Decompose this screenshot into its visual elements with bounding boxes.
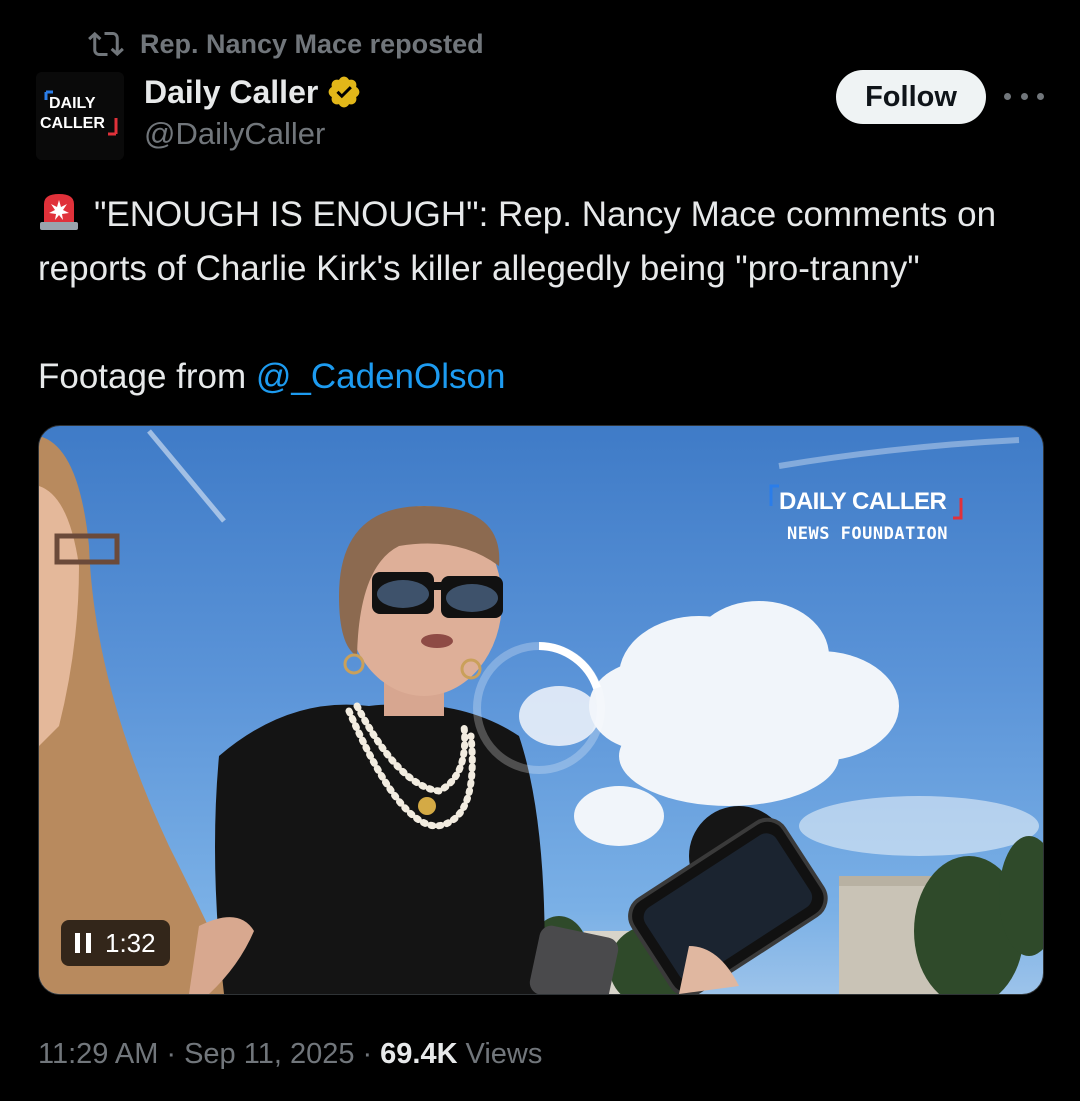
author-name-row[interactable]: Daily Caller <box>144 72 362 112</box>
repost-icon <box>88 31 124 57</box>
video-duration: 1:32 <box>105 927 156 958</box>
tweet-date[interactable]: Sep 11, 2025 <box>184 1038 354 1071</box>
watermark-line-1: DAILY CALLER <box>769 484 973 520</box>
tweet-time[interactable]: 11:29 AM <box>38 1038 158 1071</box>
views-count[interactable]: 69.4K <box>380 1038 457 1071</box>
pause-icon[interactable] <box>75 933 91 953</box>
footage-prefix: Footage from <box>38 357 256 396</box>
meta-separator-1: · <box>166 1037 177 1070</box>
svg-text:CALLER: CALLER <box>40 115 105 132</box>
tweet-text: "ENOUGH IS ENOUGH": Rep. Nancy Mace comm… <box>38 188 1058 404</box>
more-icon[interactable] <box>1004 84 1044 108</box>
follow-button[interactable]: Follow <box>836 70 986 124</box>
tweet-meta: 11:29 AM · Sep 11, 2025 · 69.4K Views <box>38 1034 542 1074</box>
meta-separator-2: · <box>362 1037 373 1070</box>
daily-caller-watermark: DAILY CALLER NEWS FOUNDATION <box>769 484 973 544</box>
playback-badge[interactable]: 1:32 <box>61 920 170 966</box>
repost-label: Rep. Nancy Mace reposted <box>140 28 484 59</box>
tweet-line-3: Footage from @_CadenOlson <box>38 350 1058 404</box>
mention-link[interactable]: @_CadenOlson <box>256 357 506 396</box>
author-handle[interactable]: @DailyCaller <box>144 116 325 152</box>
watermark-line-2: NEWS FOUNDATION <box>787 524 949 544</box>
author-display-name[interactable]: Daily Caller <box>144 74 318 111</box>
siren-icon <box>40 194 78 230</box>
loading-spinner-icon <box>473 642 605 774</box>
svg-text:DAILY: DAILY <box>49 95 96 112</box>
video-player[interactable]: DAILY CALLER NEWS FOUNDATION 1:32 <box>38 425 1044 995</box>
verified-badge-icon[interactable] <box>326 74 362 110</box>
tweet-line-1-text: "ENOUGH IS ENOUGH": Rep. Nancy Mace comm… <box>94 195 997 234</box>
tweet-line-2: reports of Charlie Kirk's killer alleged… <box>38 249 920 288</box>
views-label[interactable]: Views <box>466 1038 543 1071</box>
tweet-line-1: "ENOUGH IS ENOUGH": Rep. Nancy Mace comm… <box>38 188 1058 242</box>
daily-caller-logo: DAILY CALLER <box>36 72 124 160</box>
repost-indicator[interactable]: Rep. Nancy Mace reposted <box>88 26 484 62</box>
author-avatar[interactable]: DAILY CALLER <box>36 72 124 160</box>
